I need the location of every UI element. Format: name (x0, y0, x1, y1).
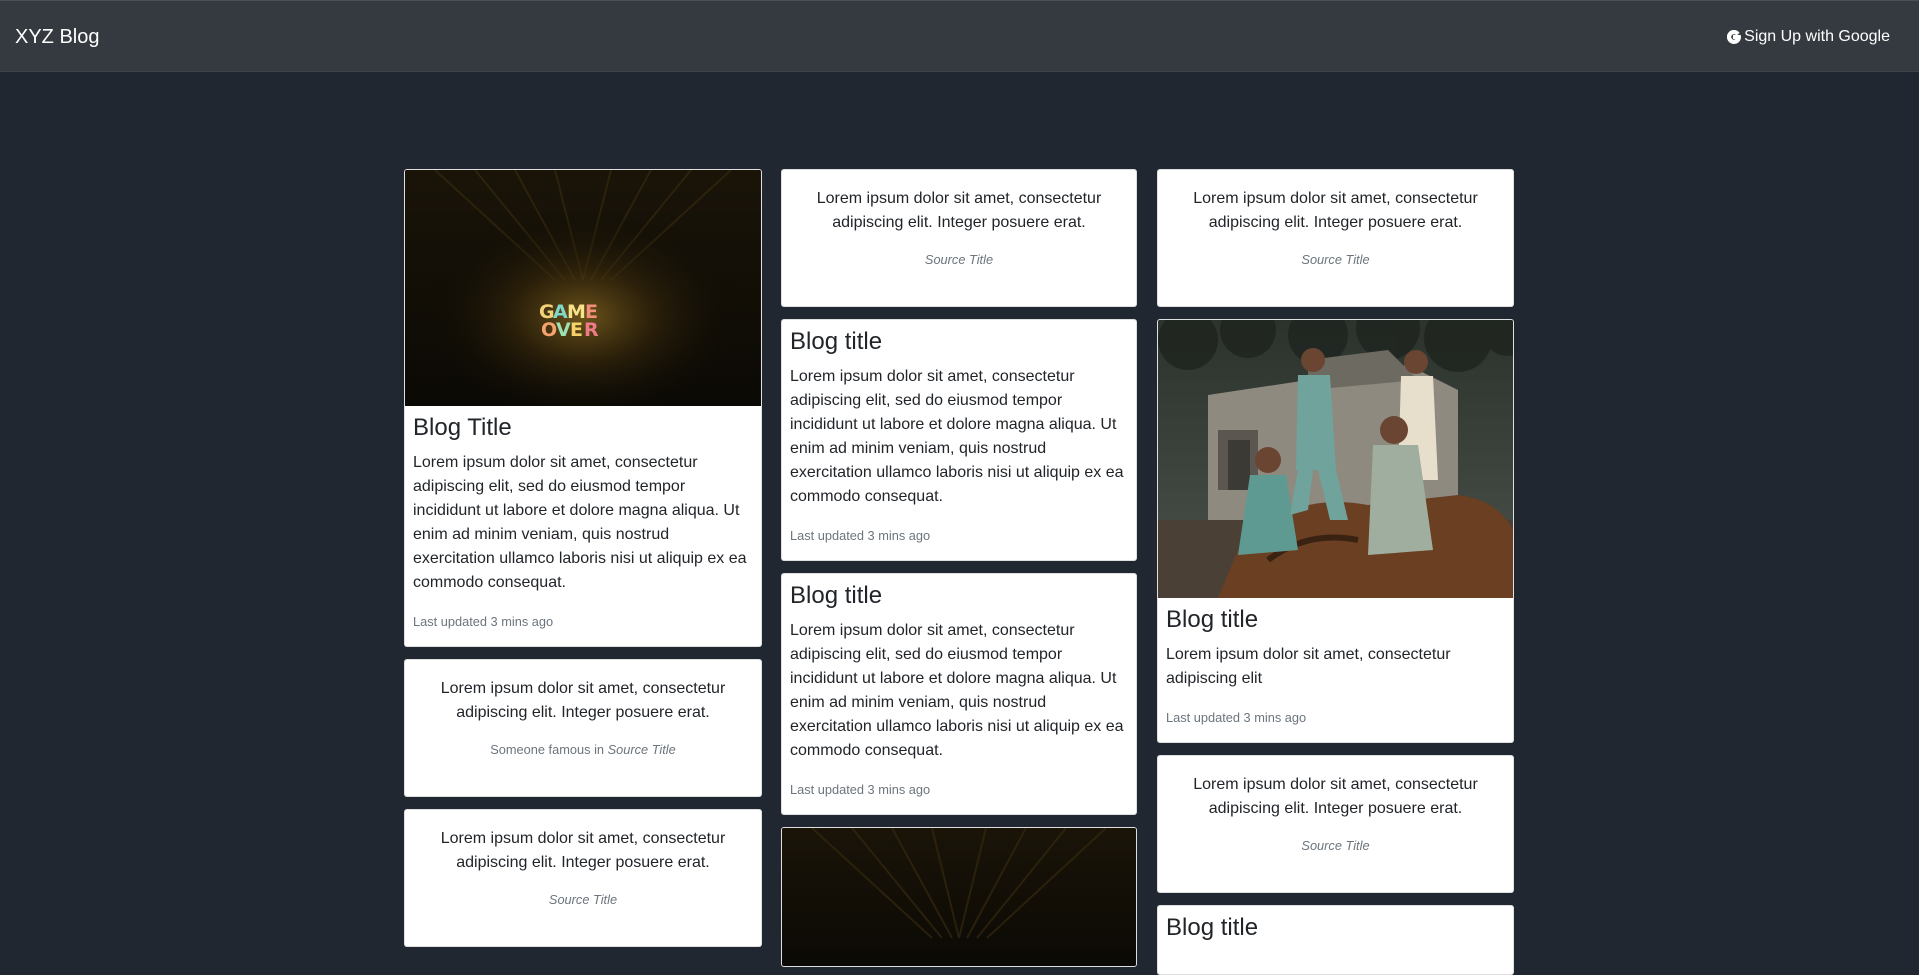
card-image: G A M E O V E R (405, 170, 761, 406)
blog-card[interactable]: Blog title (1157, 905, 1514, 975)
blog-card[interactable]: Blog title Lorem ipsum dolor sit amet, c… (1157, 319, 1514, 743)
svg-text:V: V (556, 319, 571, 341)
svg-text:O: O (541, 319, 557, 341)
card-title: Blog Title (413, 414, 512, 441)
card-title: Blog title (1166, 914, 1259, 941)
quote-text: Lorem ipsum dolor sit amet, consectetur … (440, 680, 726, 721)
quote-footer: Source Title (425, 892, 741, 908)
children-photo-image (1158, 320, 1513, 598)
sign-up-label: Sign Up with Google (1744, 28, 1890, 45)
navbar: XYZ Blog Sign Up with Google (0, 0, 1919, 72)
quote-text: Lorem ipsum dolor sit amet, consectetur … (1193, 190, 1478, 231)
quote-footer: Someone famous in Source Title (425, 742, 741, 758)
card-text: Lorem ipsum dolor sit amet, consectetur … (413, 454, 747, 591)
quote-author: Someone famous in (490, 742, 608, 757)
last-updated: Last updated 3 mins ago (413, 614, 554, 629)
card-image (1158, 320, 1513, 598)
quote-source: Source Title (548, 892, 618, 907)
quote-card[interactable]: Lorem ipsum dolor sit amet, consectetur … (404, 659, 762, 797)
quote-text: Lorem ipsum dolor sit amet, consectetur … (816, 190, 1102, 231)
sign-up-google-button[interactable]: Sign Up with Google (1727, 27, 1890, 47)
last-updated: Last updated 3 mins ago (790, 528, 931, 543)
quote-footer: Source Title (1178, 252, 1493, 268)
last-updated: Last updated 3 mins ago (790, 782, 931, 797)
card-text: Lorem ipsum dolor sit amet, consectetur … (1166, 646, 1451, 687)
quote-source: Source Title (607, 742, 676, 757)
quote-source: Source Title (1301, 252, 1370, 267)
card-image (782, 828, 1136, 966)
card-text: Lorem ipsum dolor sit amet, consectetur … (790, 622, 1124, 759)
blog-card[interactable]: Blog title Lorem ipsum dolor sit amet, c… (781, 573, 1137, 815)
quote-text: Lorem ipsum dolor sit amet, consectetur … (440, 830, 726, 871)
quote-card[interactable]: Lorem ipsum dolor sit amet, consectetur … (1157, 755, 1514, 893)
quote-card[interactable]: Lorem ipsum dolor sit amet, consectetur … (1157, 169, 1514, 307)
quote-text: Lorem ipsum dolor sit amet, consectetur … (1193, 776, 1478, 817)
brand-logo[interactable]: XYZ Blog (15, 25, 99, 49)
game-over-neon-sign-image (782, 828, 1136, 966)
quote-source: Source Title (1301, 838, 1370, 853)
card-title: Blog title (1166, 606, 1259, 633)
last-updated: Last updated 3 mins ago (1166, 710, 1307, 725)
quote-footer: Source Title (1178, 838, 1493, 854)
quote-card[interactable]: Lorem ipsum dolor sit amet, consectetur … (404, 809, 762, 947)
svg-text:E: E (570, 319, 583, 341)
svg-text:R: R (584, 319, 599, 341)
quote-card[interactable]: Lorem ipsum dolor sit amet, consectetur … (781, 169, 1137, 307)
blog-card[interactable] (781, 827, 1137, 967)
blog-card[interactable]: Blog title Lorem ipsum dolor sit amet, c… (781, 319, 1137, 561)
card-text: Lorem ipsum dolor sit amet, consectetur … (790, 368, 1124, 505)
blog-card[interactable]: G A M E O V E R Blog Title Lorem ipsum d… (404, 169, 762, 647)
card-title: Blog title (790, 328, 883, 355)
quote-footer: Source Title (802, 252, 1116, 268)
google-icon (1727, 30, 1742, 44)
quote-source: Source Title (924, 252, 994, 267)
card-title: Blog title (790, 582, 883, 609)
game-over-neon-sign-image: G A M E O V E R (405, 170, 761, 406)
